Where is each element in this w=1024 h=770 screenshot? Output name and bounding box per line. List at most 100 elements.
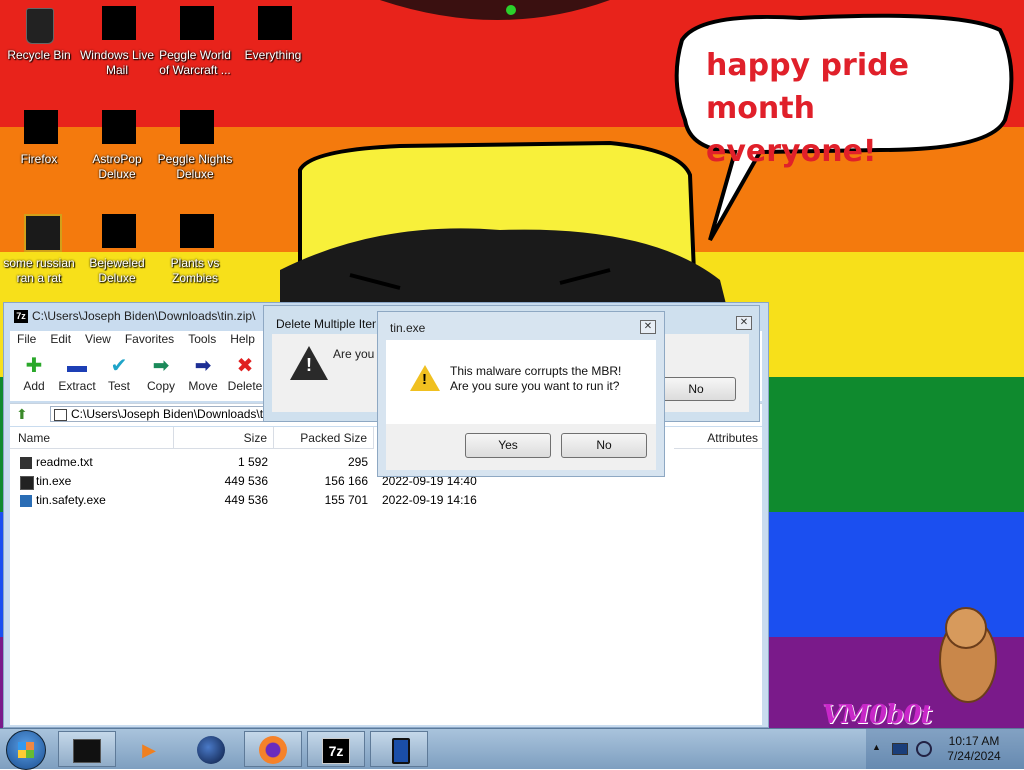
menu-tools[interactable]: Tools — [181, 331, 223, 347]
desktop-icon-label: Bejeweled Deluxe — [89, 256, 145, 285]
file-modified: 2022-09-19 14:16 — [382, 493, 477, 507]
taskbar-app-firefox[interactable] — [244, 731, 302, 767]
bubble-line-2: everyone! — [706, 134, 877, 169]
file-size: 449 536 — [224, 474, 268, 488]
msgbox-text: This malware corrupts the MBR! Are you s… — [450, 364, 621, 394]
file-packed-size: 295 — [347, 455, 368, 469]
desktop-icon-peggle-nights[interactable]: Peggle Nights Deluxe — [156, 104, 234, 182]
menu-edit[interactable]: Edit — [43, 331, 78, 347]
desktop-icon-windows-live-mail[interactable]: Windows Live Mail — [78, 0, 156, 78]
top-dark-shape — [380, 0, 610, 20]
copy-button[interactable]: ➡ Copy — [139, 353, 183, 393]
desktop-icon-label: Everything — [244, 48, 302, 62]
msgbox-content: This malware corrupts the MBR! Are you s… — [386, 340, 656, 424]
delete-dialog-text: Are you — [333, 347, 375, 361]
clock[interactable]: 10:17 AM 7/24/2024 — [934, 734, 1014, 764]
desktop-icon-label: some russian ran a rat — [3, 256, 75, 285]
delete-x-icon: ✖ — [236, 355, 254, 377]
clock-time: 10:17 AM — [948, 734, 1000, 748]
desktop-icon-label: Windows Live Mail — [79, 48, 155, 77]
desktop-icon-firefox[interactable]: Firefox — [0, 104, 78, 167]
msgbox-close-icon[interactable]: ✕ — [640, 320, 656, 334]
exe-file-icon — [20, 495, 32, 507]
desktop-icon-label: Recycle Bin — [7, 48, 71, 62]
firefox-icon — [20, 110, 58, 148]
check-icon: ✔ — [110, 355, 128, 377]
taskbar-app-globe[interactable] — [182, 731, 240, 767]
black-box-app-icon — [73, 739, 101, 763]
desktop-icon-russian-rat[interactable]: some russian ran a rat — [0, 208, 78, 286]
extract-label: Extract — [58, 379, 96, 393]
file-packed-size: 155 701 — [324, 493, 368, 507]
plants-vs-zombies-icon — [176, 214, 214, 252]
speech-bubble-text: happy pride month everyone! — [706, 44, 1024, 173]
desktop-icon-plants-vs-zombies[interactable]: Plants vs Zombies — [156, 208, 234, 286]
desktop-icon-label: Peggle Nights Deluxe — [157, 152, 233, 181]
column-header-attributes[interactable]: Attributes — [674, 427, 762, 449]
taskbar-app-media[interactable]: ▶ — [120, 731, 178, 767]
menu-favorites[interactable]: Favorites — [118, 331, 181, 347]
astropop-icon — [98, 110, 136, 148]
delete-no-button[interactable]: No — [656, 377, 736, 401]
firefox-icon — [259, 736, 287, 764]
taskbar-app-recycle[interactable] — [58, 731, 116, 767]
no-button[interactable]: No — [561, 433, 647, 458]
file-name: tin.exe — [36, 474, 72, 488]
start-button[interactable] — [6, 730, 46, 770]
peggle-nights-icon — [176, 110, 214, 148]
copy-label: Copy — [146, 379, 175, 393]
desktop-icon-label: Firefox — [20, 152, 58, 166]
table-row[interactable]: tin.safety.exe 449 536 155 701 2022-09-1… — [10, 491, 762, 510]
desktop-icon-everything[interactable]: Everything — [234, 0, 312, 63]
column-header-packed[interactable]: Packed Size — [274, 427, 374, 449]
file-name: readme.txt — [36, 455, 93, 469]
exe-file-icon — [20, 476, 34, 490]
everything-icon — [254, 6, 292, 44]
move-label: Move — [188, 379, 218, 393]
7zip-title: C:\Users\Joseph Biden\Downloads\tin.zip\ — [32, 309, 256, 323]
mail-icon — [98, 6, 136, 44]
move-button[interactable]: ➡ Move — [181, 353, 225, 393]
column-header-size[interactable]: Size — [174, 427, 274, 449]
desktop-icon-peggle-wow[interactable]: Peggle World of Warcraft ... — [156, 0, 234, 78]
up-folder-icon[interactable]: ⬆ — [16, 406, 28, 423]
warning-icon — [410, 365, 440, 391]
test-button[interactable]: ✔ Test — [97, 353, 141, 393]
taskbar-app-7zip[interactable]: 7z — [307, 731, 365, 767]
desktop-icon-astropop[interactable]: AstroPop Deluxe — [78, 104, 156, 182]
file-size: 1 592 — [237, 455, 268, 469]
delete-button[interactable]: ✖ Delete — [223, 353, 267, 393]
volume-icon[interactable] — [916, 741, 932, 757]
delete-dialog-close-icon[interactable]: ✕ — [736, 316, 752, 330]
minus-icon: ▬ — [67, 355, 87, 377]
tin-exe-message-box[interactable]: tin.exe ✕ This malware corrupts the MBR!… — [377, 311, 665, 477]
column-header-name[interactable]: Name — [10, 427, 174, 449]
move-arrow-icon: ➡ — [194, 355, 212, 377]
yes-button[interactable]: Yes — [465, 433, 551, 458]
extract-button[interactable]: ▬ Extract — [55, 353, 99, 393]
address-text: C:\Users\Joseph Biden\Downloads\tin.zip\ — [71, 407, 295, 421]
msgbox-title: tin.exe — [390, 321, 426, 335]
test-label: Test — [107, 379, 130, 393]
menu-help[interactable]: Help — [223, 331, 262, 347]
menu-view[interactable]: View — [78, 331, 118, 347]
desktop-icon-bejeweled[interactable]: Bejeweled Deluxe — [78, 208, 156, 286]
hamster-head — [945, 607, 987, 649]
folder-icon — [54, 409, 67, 421]
desktop-icon-label: AstroPop Deluxe — [92, 152, 142, 181]
desktop-icon-recycle-bin[interactable]: Recycle Bin — [0, 0, 78, 63]
globe-icon — [197, 736, 225, 764]
show-hidden-icons-icon[interactable]: ▲ — [872, 742, 881, 752]
file-packed-size: 156 166 — [324, 474, 368, 488]
recycle-bin-icon — [20, 6, 58, 44]
device-icon — [392, 738, 410, 764]
plus-icon: ✚ — [25, 355, 43, 377]
file-name: tin.safety.exe — [36, 493, 106, 507]
menu-file[interactable]: File — [10, 331, 43, 347]
taskbar-app-phone[interactable] — [370, 731, 428, 767]
network-icon[interactable] — [892, 743, 908, 755]
add-button[interactable]: ✚ Add — [12, 353, 56, 393]
7zip-icon: 7z — [322, 738, 350, 764]
warning-icon — [290, 346, 328, 380]
msgbox-line-1: This malware corrupts the MBR! — [450, 364, 622, 378]
